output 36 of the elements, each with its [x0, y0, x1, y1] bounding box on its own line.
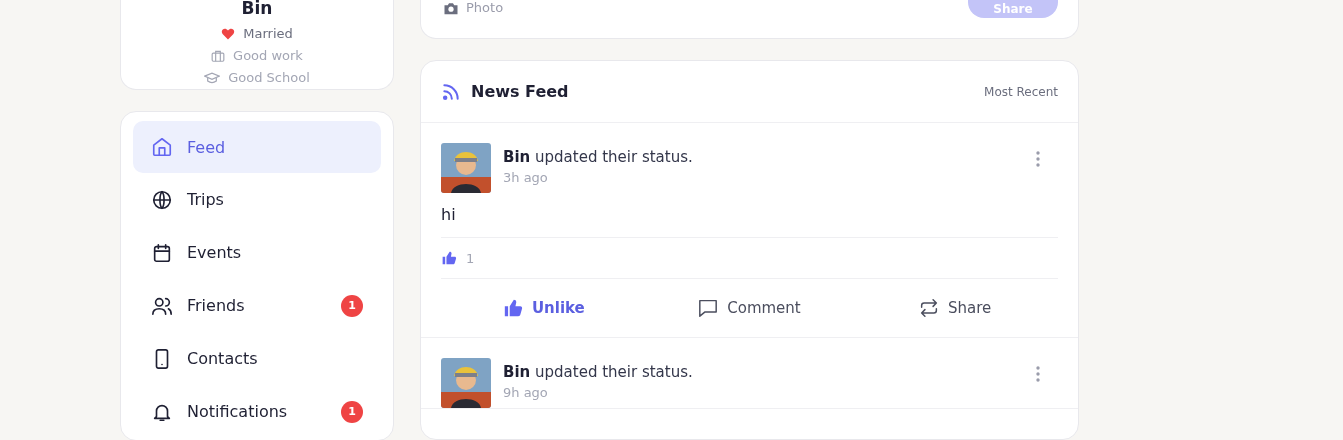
nav-item[interactable]: Friends 1: [133, 279, 381, 332]
profile-detail: Good work: [233, 47, 303, 65]
profile-name: Bin: [241, 0, 273, 18]
more-options-icon[interactable]: [1036, 366, 1040, 382]
post-headline: Bin updated their status.: [503, 147, 694, 168]
count-badge: 1: [341, 400, 363, 423]
like-button[interactable]: Unlike: [441, 279, 647, 337]
share-button[interactable]: Share: [852, 279, 1058, 337]
heart-icon: [221, 28, 236, 40]
post-time: 3h ago: [503, 169, 549, 187]
post-headline: Bin updated their status.: [503, 362, 694, 383]
more-options-icon[interactable]: [1036, 151, 1040, 167]
nav-item[interactable]: Events: [133, 226, 381, 279]
thumbs-up-icon: [502, 299, 523, 317]
globe-icon: [151, 188, 173, 211]
calendar-icon: [151, 241, 173, 264]
briefcase-icon: [211, 50, 226, 62]
comment-button[interactable]: Comment: [646, 279, 853, 337]
nav-item[interactable]: Trips: [133, 173, 381, 226]
count-badge: 1: [341, 294, 363, 317]
comment-icon: [698, 299, 719, 317]
nav-item[interactable]: Feed: [133, 121, 381, 173]
like-count: 1: [466, 250, 475, 266]
feed-title: News Feed: [471, 82, 570, 101]
graduation-cap-icon: [204, 72, 221, 84]
home-icon: [151, 136, 173, 158]
rss-icon: [441, 81, 461, 102]
profile-detail: Good School: [228, 69, 310, 87]
repeat-icon: [919, 299, 940, 317]
nav-item[interactable]: Notifications 1: [133, 385, 381, 438]
post-time: 9h ago: [503, 384, 549, 402]
post-text: hi: [441, 193, 1058, 238]
thumbs-up-icon: [441, 251, 457, 265]
profile-detail: Married: [243, 25, 293, 43]
sort-link[interactable]: Most Recent: [984, 84, 1058, 99]
nav-item[interactable]: Contacts: [133, 332, 381, 385]
